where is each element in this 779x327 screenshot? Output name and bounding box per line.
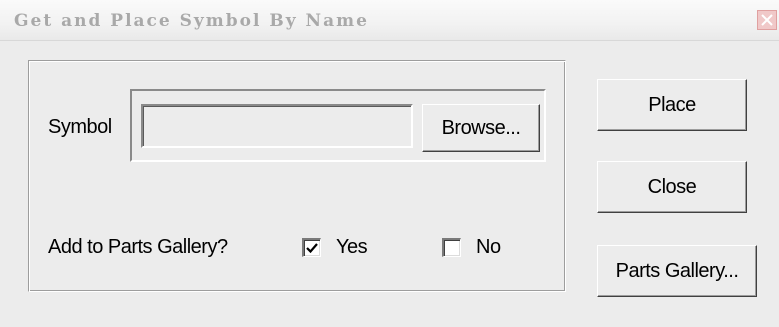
no-label[interactable]: No xyxy=(476,236,501,259)
add-to-gallery-label: Add to Parts Gallery? xyxy=(48,236,228,258)
browse-button[interactable]: Browse... xyxy=(422,104,540,152)
close-button[interactable]: Close xyxy=(597,161,747,213)
window-close-button[interactable] xyxy=(757,10,777,30)
checkmark-icon xyxy=(306,243,318,254)
close-icon xyxy=(761,14,773,26)
get-place-symbol-dialog: Get and Place Symbol By Name Symbol Brow… xyxy=(0,0,779,327)
yes-label[interactable]: Yes xyxy=(336,236,368,259)
parts-gallery-button[interactable]: Parts Gallery... xyxy=(597,245,757,297)
title-bar[interactable]: Get and Place Symbol By Name xyxy=(0,0,779,41)
window-title: Get and Place Symbol By Name xyxy=(14,11,369,31)
symbol-label: Symbol xyxy=(48,116,112,138)
no-checkbox[interactable] xyxy=(442,238,461,257)
symbol-input[interactable] xyxy=(141,104,413,148)
place-button[interactable]: Place xyxy=(597,79,747,131)
yes-checkbox[interactable] xyxy=(302,238,321,257)
